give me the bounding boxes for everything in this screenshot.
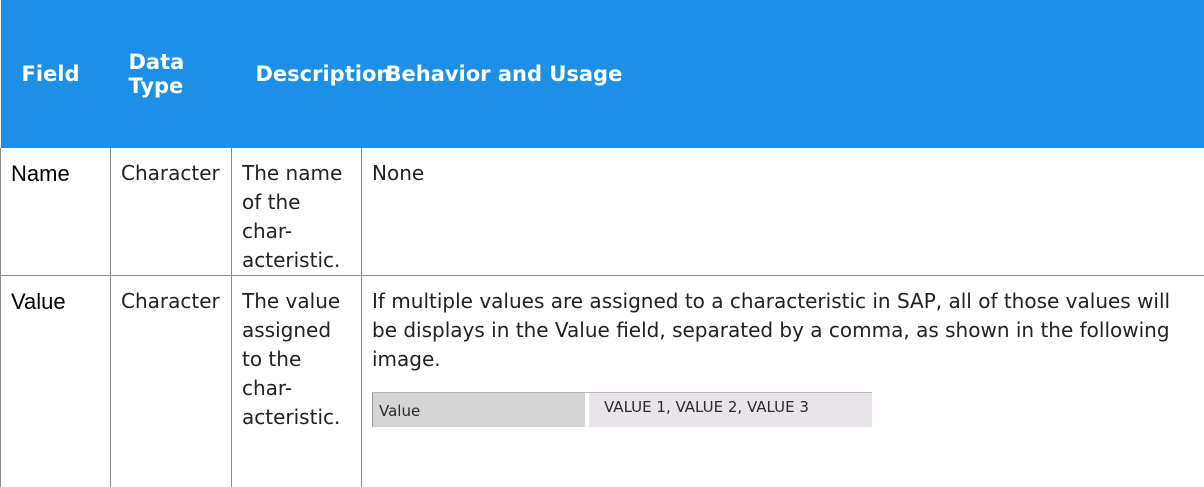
- cell-data-type: Character: [111, 276, 232, 487]
- header-data-type: Data Type: [111, 0, 232, 148]
- cell-behavior: None: [362, 148, 1204, 276]
- table-header: Field Data Type Description Behavior and…: [1, 0, 1204, 148]
- cell-behavior: If multiple values are assigned to a cha…: [362, 276, 1204, 487]
- cell-description: The name of the char-acteristic.: [232, 148, 362, 276]
- header-description: Description: [232, 0, 362, 148]
- cell-description: The value assigned to the char-acteristi…: [232, 276, 362, 487]
- example-image: Value VALUE 1, VALUE 2, VALUE 3: [372, 392, 872, 427]
- cell-field: Value: [1, 276, 111, 487]
- header-behavior-and-usage: Behavior and Usage: [362, 0, 1204, 148]
- fields-table: Field Data Type Description Behavior and…: [0, 0, 1204, 487]
- example-field-value: VALUE 1, VALUE 2, VALUE 3: [589, 393, 872, 427]
- example-field-label: Value: [372, 393, 585, 427]
- header-field: Field: [1, 0, 111, 148]
- behavior-text: If multiple values are assigned to a cha…: [372, 287, 1194, 374]
- table-body: Name Character The name of the char-acte…: [1, 148, 1204, 487]
- cell-data-type: Character: [111, 148, 232, 276]
- header-row: Field Data Type Description Behavior and…: [1, 0, 1204, 148]
- table-row-name: Name Character The name of the char-acte…: [1, 148, 1204, 276]
- table-row-value: Value Character The value assigned to th…: [1, 276, 1204, 487]
- cell-field: Name: [1, 148, 111, 276]
